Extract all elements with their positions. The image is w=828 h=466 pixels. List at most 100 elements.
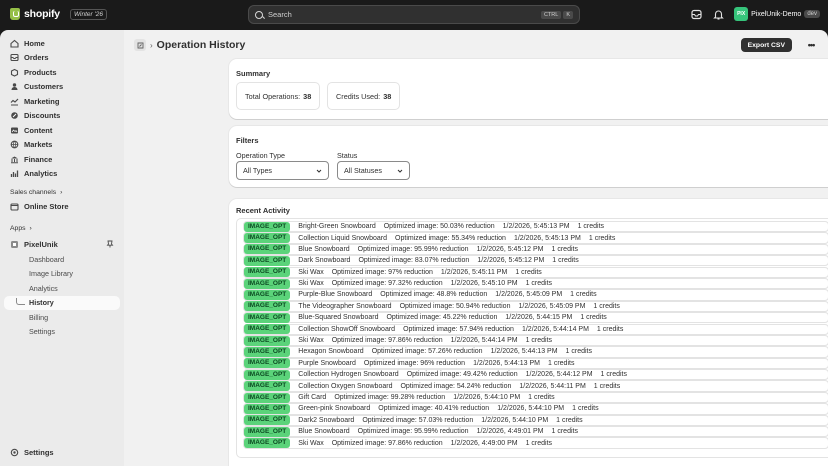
analytics-icon [10,169,19,178]
sidebar-item-home[interactable]: Home [4,36,120,51]
back-button[interactable] [134,39,146,51]
credits-used-stat: Credits Used: 38 [327,82,401,110]
product-name: Gift Card [298,394,327,401]
notification-bell-icon[interactable] [712,8,724,20]
total-operations-label: Total Operations: [245,91,301,101]
operation-detail: Optimized image: 54.24% reduction [400,382,512,390]
activity-row: IMAGE_OPT Collection Hydrogen Snowboard Op… [243,369,828,381]
sidebar-item-label: Settings [24,448,54,458]
sales-channels-section[interactable]: Sales channels › [4,185,120,199]
product-name: Collection Liquid Snowboard [298,234,388,242]
sidebar-item-customers[interactable]: Customers [4,80,120,95]
operation-detail: Optimized image: 55.34% reduction [395,234,506,242]
product-name: Collection Hydrogen Snowboard [298,371,399,379]
operation-timestamp: 1/2/2026, 5:44:10 PM [481,416,549,424]
credits-used: 1 credits [548,359,575,367]
operation-type-badge: IMAGE_OPT [244,346,291,357]
main-content: › Operation History Export CSV ••• Summa… [124,30,828,466]
operation-detail: Optimized image: 83.07% reduction [358,257,470,265]
operation-type-badge: IMAGE_OPT [244,438,291,449]
credits-used: 1 credits [600,371,628,379]
pin-icon[interactable] [106,240,114,250]
store-menu-button[interactable]: PIX PixelUnik-Demo dev [734,7,820,21]
sidebar-item-settings[interactable]: Settings [4,446,120,461]
sidebar-subitem-dashboard[interactable]: Dashboard [4,252,120,267]
product-name: Collection ShowOff Snowboard [298,325,396,333]
sidebar-item-label: Finance [24,154,53,164]
store-inbox-icon[interactable] [690,8,702,20]
sidebar-item-discounts[interactable]: Discounts [4,109,120,124]
markets-icon [10,140,19,149]
sidebar-item-label: PixelUnik [24,240,58,250]
operation-type-select[interactable]: All Types [236,161,329,180]
sidebar-item-label: Customers [24,82,64,92]
product-name: Green-pink Snowboard [298,405,371,413]
export-csv-button[interactable]: Export CSV [740,38,792,52]
product-name: Blue Snowboard [298,428,350,436]
status-select[interactable]: All Statuses [337,161,410,180]
operation-detail: Optimized image: 97.86% reduction [331,439,443,447]
sidebar-item-orders[interactable]: Orders [4,51,120,66]
activity-row: IMAGE_OPT Collection Liquid Snowboard Opti… [243,232,828,244]
product-name: Blue Snowboard [298,245,350,253]
credits-used: 1 credits [551,428,578,436]
credits-used: 1 credits [593,302,620,310]
activity-row: IMAGE_OPT Blue-Squared Snowboard Optimized… [243,312,828,324]
page-title: Operation History [156,39,246,51]
operation-detail: Optimized image: 97.86% reduction [331,337,443,345]
sidebar-item-analytics[interactable]: Analytics [4,167,120,182]
top-bar: shopify Winter '26 Search CTRL K PIX Pix… [0,0,828,30]
operation-timestamp: 1/2/2026, 5:44:11 PM [519,382,586,390]
sidebar-item-finance[interactable]: Finance [4,152,120,167]
sidebar-subitem-billing[interactable]: Billing [4,310,120,325]
activity-row: IMAGE_OPT Dark2 Snowboard Optimized image:… [243,414,828,426]
sidebar-item-label: Home [24,38,45,48]
credits-used-value: 38 [383,91,392,101]
operation-timestamp: 1/2/2026, 5:44:13 PM [490,348,558,356]
sidebar-subitem-history[interactable]: History [4,295,120,310]
search-bar[interactable]: Search CTRL K [248,5,580,24]
activity-row: IMAGE_OPT Ski Wax Optimized image: 97.86% … [243,437,828,449]
sidebar-subitem-image-library[interactable]: Image Library [4,267,120,282]
product-name: Collection Oxygen Snowboard [298,382,393,390]
operation-type-badge: IMAGE_OPT [244,381,291,392]
search-placeholder: Search [268,10,292,19]
credits-used: 1 credits [556,416,583,424]
credits-used: 1 credits [515,268,542,276]
credits-used: 1 credits [572,405,599,413]
sidebar-item-label: Orders [24,53,49,63]
operation-timestamp: 1/2/2026, 5:44:14 PM [450,337,518,345]
activity-row: IMAGE_OPT Ski Wax Optimized image: 97.86% … [243,334,828,347]
operation-timestamp: 1/2/2026, 5:45:11 PM [440,268,508,276]
operation-detail: Optimized image: 49.42% reduction [406,371,518,379]
credits-used: 1 credits [525,337,553,345]
activity-list[interactable]: IMAGE_OPT Bright-Green Snowboard Optimized… [236,218,828,458]
operation-type-badge: IMAGE_OPT [244,335,291,346]
sidebar-item-online-store[interactable]: Online Store [4,199,120,214]
shopify-logo[interactable]: shopify Winter '26 [10,8,107,20]
apps-section[interactable]: Apps › [4,222,120,236]
more-actions-button[interactable]: ••• [804,38,818,52]
sidebar-item-content[interactable]: Content [4,123,120,138]
sidebar-item-pixelunik[interactable]: PixelUnik [4,238,120,253]
brand-name: shopify [24,8,60,20]
filters-card: Filters Operation Type All Types Status … [229,126,828,187]
chevron-down-icon [316,168,322,174]
operation-detail: Optimized image: 50.03% reduction [383,223,495,231]
sidebar-item-label: Marketing [24,96,60,106]
operation-detail: Optimized image: 57.03% reduction [362,416,474,424]
operation-detail: Optimized image: 97% reduction [331,268,433,276]
online-store-icon [10,202,19,211]
credits-used: 1 credits [588,234,616,242]
sidebar-item-label: Products [24,67,57,77]
sidebar-subitem-analytics[interactable]: Analytics [4,281,120,296]
sidebar-item-markets[interactable]: Markets [4,138,120,153]
content-icon [10,126,19,135]
sidebar-item-marketing[interactable]: Marketing [4,94,120,109]
operation-detail: Optimized image: 95.99% reduction [357,245,469,253]
operation-timestamp: 1/2/2026, 5:44:10 PM [453,394,521,401]
sidebar-item-products[interactable]: Products [4,65,120,80]
credits-used: 1 credits [580,314,607,322]
sidebar-subitem-settings[interactable]: Settings [4,325,120,340]
activity-row: IMAGE_OPT Ski Wax Optimized image: 97.32% … [243,277,828,290]
